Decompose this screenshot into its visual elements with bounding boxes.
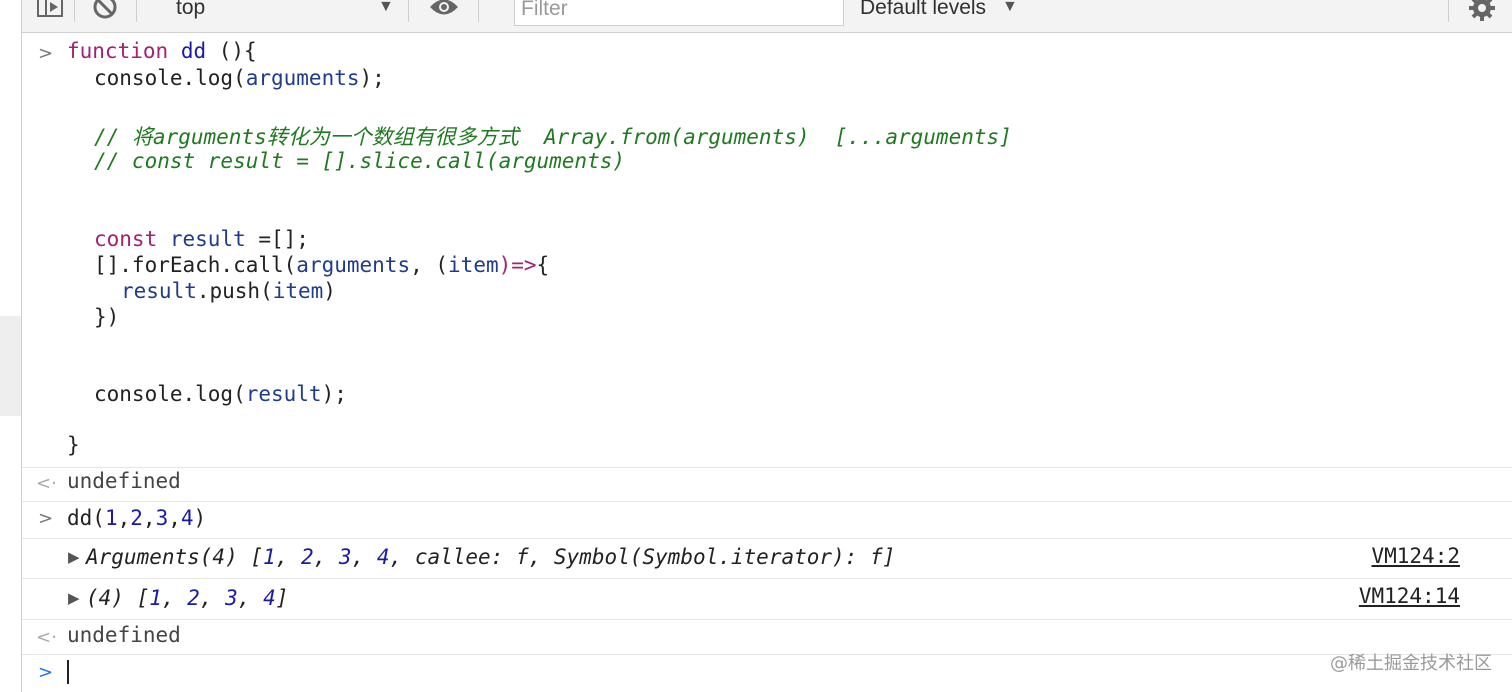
context-selector[interactable]: top bbox=[176, 0, 205, 20]
console-prompt[interactable]: > bbox=[22, 655, 1512, 692]
source-link[interactable]: VM124:2 bbox=[1371, 544, 1460, 568]
log-message[interactable]: (4) [1, 2, 3, 4] bbox=[86, 586, 288, 610]
expand-triangle-icon[interactable]: ▶ bbox=[68, 589, 80, 607]
code-line: dd(1,2,3,4) bbox=[67, 506, 207, 530]
chevron-down-icon[interactable]: ▼ bbox=[378, 0, 394, 16]
filter-input[interactable] bbox=[521, 0, 831, 21]
input-prompt-icon: > bbox=[38, 508, 54, 529]
code-comment: // 将arguments转化为一个数组有很多方式 Array.from(arg… bbox=[94, 125, 1012, 149]
code-line: function dd (){ bbox=[67, 39, 257, 63]
result-value: undefined bbox=[67, 623, 181, 647]
code-line: [].forEach.call(arguments, (item)=>{ bbox=[94, 253, 550, 277]
code-line: } bbox=[67, 433, 80, 457]
result-arrow-icon: <· bbox=[36, 627, 57, 648]
expand-triangle-icon[interactable]: ▶ bbox=[68, 548, 80, 566]
code-line: const result =[]; bbox=[94, 227, 309, 251]
console-result-entry: <· undefined bbox=[22, 467, 1512, 502]
log-levels-dropdown[interactable]: Default levels bbox=[860, 0, 986, 20]
input-prompt-icon: > bbox=[38, 43, 54, 64]
code-line: result.push(item) bbox=[121, 279, 336, 303]
code-comment: // const result = [].slice.call(argument… bbox=[94, 149, 626, 173]
source-link[interactable]: VM124:14 bbox=[1359, 584, 1460, 608]
console-result-entry: <· undefined bbox=[22, 620, 1512, 655]
chevron-down-icon[interactable]: ▼ bbox=[1002, 0, 1018, 16]
text-caret bbox=[67, 660, 69, 684]
clear-console-icon[interactable] bbox=[92, 0, 118, 25]
left-panel-highlight bbox=[0, 316, 21, 416]
result-arrow-icon: <· bbox=[36, 473, 57, 494]
gear-icon[interactable] bbox=[1468, 0, 1496, 27]
console-input-entry: > dd(1,2,3,4) bbox=[22, 502, 1512, 539]
prompt-chevron-icon: > bbox=[38, 662, 54, 683]
eye-icon[interactable] bbox=[428, 0, 460, 23]
watermark: @稀土掘金技术社区 bbox=[1330, 653, 1492, 674]
sidebar-toggle-icon[interactable] bbox=[36, 0, 64, 25]
console-toolbar: top ▼ Default levels ▼ bbox=[22, 0, 1512, 33]
console-log-entry: ▶ Arguments(4) [1, 2, 3, 4, callee: f, S… bbox=[22, 539, 1512, 579]
console-log-entry: ▶ (4) [1, 2, 3, 4] VM124:14 bbox=[22, 579, 1512, 620]
code-line: console.log(arguments); bbox=[94, 66, 385, 90]
code-line: console.log(result); bbox=[94, 382, 347, 406]
code-line: }) bbox=[94, 305, 120, 329]
console-input-entry: > function dd (){ console.log(arguments)… bbox=[22, 33, 1512, 468]
result-value: undefined bbox=[67, 469, 181, 493]
log-message[interactable]: Arguments(4) [1, 2, 3, 4, callee: f, Sym… bbox=[86, 545, 895, 569]
filter-box bbox=[514, 0, 844, 26]
